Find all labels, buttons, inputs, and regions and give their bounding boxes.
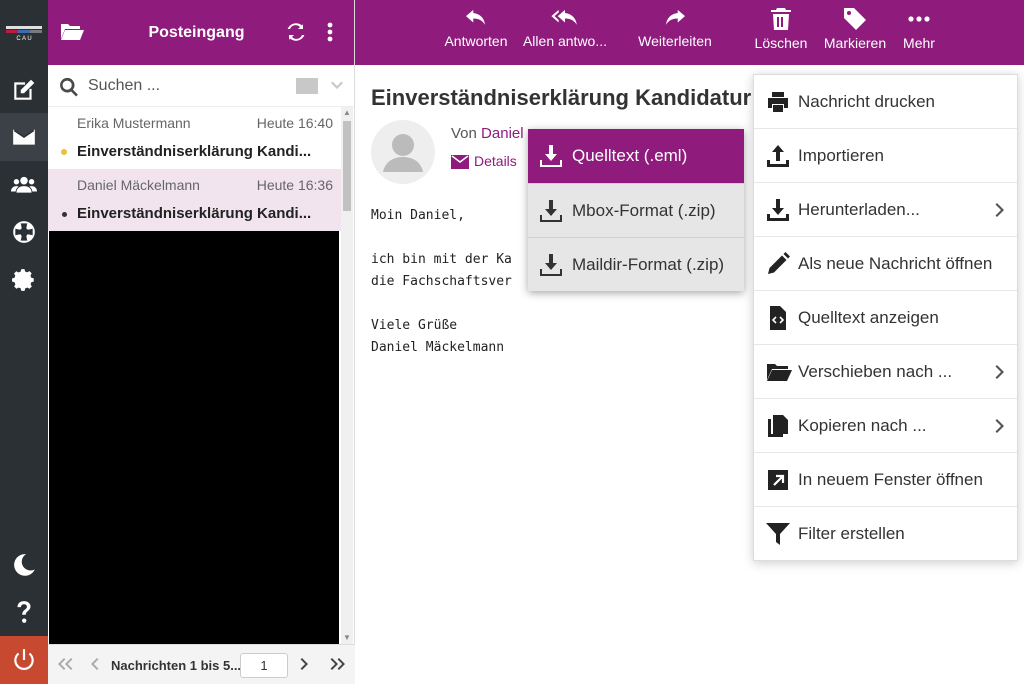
message-subject: Einverständniserklärung Kandi... xyxy=(77,143,312,160)
app-rail: C A U xyxy=(0,0,48,684)
download-icon xyxy=(540,200,562,222)
chevron-down-icon[interactable] xyxy=(330,79,344,97)
import-item[interactable]: Importieren xyxy=(754,129,1017,183)
tag-icon xyxy=(844,8,866,30)
mark-button[interactable]: Markieren xyxy=(821,8,889,51)
forward-button[interactable]: Weiterleiten xyxy=(635,8,715,49)
avatar xyxy=(371,120,435,184)
message-sender: Erika Mustermann xyxy=(77,115,191,131)
first-page-icon[interactable] xyxy=(56,657,74,676)
list-pager: Nachrichten 1 bis 5... 1 xyxy=(48,644,355,684)
envelope-icon xyxy=(451,155,469,170)
message-subject: Einverständniserklärung Kandi... xyxy=(77,205,312,222)
filter-icon xyxy=(766,522,790,551)
compose-icon[interactable] xyxy=(0,66,48,114)
create-filter-item[interactable]: Filter erstellen xyxy=(754,507,1017,561)
download-icon xyxy=(766,198,790,227)
list-options-icon[interactable] xyxy=(326,20,334,49)
download-item[interactable]: Herunterladen... xyxy=(754,183,1017,237)
scroll-down-icon[interactable]: ▼ xyxy=(343,634,351,642)
list-item[interactable]: Erika Mustermann Heute 16:40 Einverständ… xyxy=(48,107,341,169)
download-icon xyxy=(540,145,562,167)
more-menu: Nachricht drucken Importieren Herunterla… xyxy=(753,74,1018,561)
trash-icon xyxy=(771,8,791,30)
download-eml-item[interactable]: Quelltext (.eml) xyxy=(528,129,744,183)
message-sender: Daniel Mäckelmann xyxy=(77,177,200,193)
message-body: Moin Daniel, ich bin mit der Ka die Fach… xyxy=(371,208,512,355)
reply-all-button[interactable]: Allen antwo... xyxy=(520,8,610,49)
open-new-window-item[interactable]: In neuem Fenster öffnen xyxy=(754,453,1017,507)
more-dots-icon xyxy=(908,16,930,22)
chevron-right-icon xyxy=(995,202,1005,223)
search-icon[interactable] xyxy=(58,76,80,103)
forward-icon xyxy=(665,9,685,25)
message-from: Von Daniel xyxy=(451,125,524,142)
dark-mode-moon-icon[interactable] xyxy=(0,541,48,589)
download-maildir-item[interactable]: Maildir-Format (.zip) xyxy=(528,237,744,291)
message-time: Heute 16:36 xyxy=(256,177,333,193)
about-question-icon[interactable] xyxy=(0,588,48,636)
message-list-pane: Posteingang Suchen ... Erika Mustermann … xyxy=(48,0,355,684)
search-bar[interactable]: Suchen ... xyxy=(48,65,354,107)
search-input[interactable]: Suchen ... xyxy=(88,77,160,95)
delete-button[interactable]: Löschen xyxy=(751,8,811,51)
move-to-item[interactable]: Verschieben nach ... xyxy=(754,345,1017,399)
pencil-icon xyxy=(766,252,790,281)
page-number-input[interactable]: 1 xyxy=(240,653,288,678)
message-toolbar: Antworten Allen antwo... Weiterleiten Lö… xyxy=(355,0,1024,65)
upload-icon xyxy=(766,144,790,173)
scroll-up-icon[interactable]: ▲ xyxy=(343,109,351,117)
settings-gear-icon[interactable] xyxy=(0,256,48,304)
status-indicator xyxy=(62,212,67,217)
copy-icon xyxy=(766,414,790,443)
reply-all-icon xyxy=(551,9,577,25)
download-icon xyxy=(540,254,562,276)
chevron-right-icon xyxy=(995,418,1005,439)
file-code-icon xyxy=(766,306,790,335)
reply-icon xyxy=(466,9,486,25)
logout-power-icon[interactable] xyxy=(0,636,48,684)
list-header: Posteingang xyxy=(48,0,354,65)
next-page-icon[interactable] xyxy=(300,657,310,676)
cau-logo[interactable]: C A U xyxy=(6,26,42,42)
list-item-selected[interactable]: Daniel Mäckelmann Heute 16:36 Einverstän… xyxy=(48,169,341,231)
details-link[interactable]: Details xyxy=(451,153,517,170)
open-as-new-item[interactable]: Als neue Nachricht öffnen xyxy=(754,237,1017,291)
reply-button[interactable]: Antworten xyxy=(441,8,511,49)
more-button[interactable]: Mehr xyxy=(897,8,941,51)
unread-indicator xyxy=(61,149,67,155)
contacts-icon[interactable] xyxy=(0,161,48,209)
help-lifebuoy-icon[interactable] xyxy=(0,208,48,256)
last-page-icon[interactable] xyxy=(329,657,347,676)
envelope-icon[interactable] xyxy=(296,78,318,99)
download-submenu: Quelltext (.eml) Mbox-Format (.zip) Mail… xyxy=(528,129,744,291)
download-mbox-item[interactable]: Mbox-Format (.zip) xyxy=(528,183,744,237)
sender-link[interactable]: Daniel xyxy=(481,125,524,142)
external-link-icon xyxy=(766,468,790,497)
svg-text:C A U: C A U xyxy=(16,36,31,42)
message-time: Heute 16:40 xyxy=(256,115,333,131)
scroll-thumb[interactable] xyxy=(343,121,351,211)
list-scrollbar[interactable]: ▲ ▼ xyxy=(341,107,353,644)
copy-to-item[interactable]: Kopieren nach ... xyxy=(754,399,1017,453)
empty-list-area xyxy=(49,231,339,644)
pager-label: Nachrichten 1 bis 5... xyxy=(111,658,242,673)
print-icon xyxy=(766,90,790,119)
chevron-right-icon xyxy=(995,364,1005,385)
mail-icon[interactable] xyxy=(0,113,48,161)
view-source-item[interactable]: Quelltext anzeigen xyxy=(754,291,1017,345)
prev-page-icon[interactable] xyxy=(89,657,99,676)
print-message-item[interactable]: Nachricht drucken xyxy=(754,75,1017,129)
refresh-icon[interactable] xyxy=(284,20,308,49)
folder-open-icon xyxy=(766,360,792,389)
message-subject-heading: Einverständniserklärung Kandidatur xyxy=(371,85,752,110)
